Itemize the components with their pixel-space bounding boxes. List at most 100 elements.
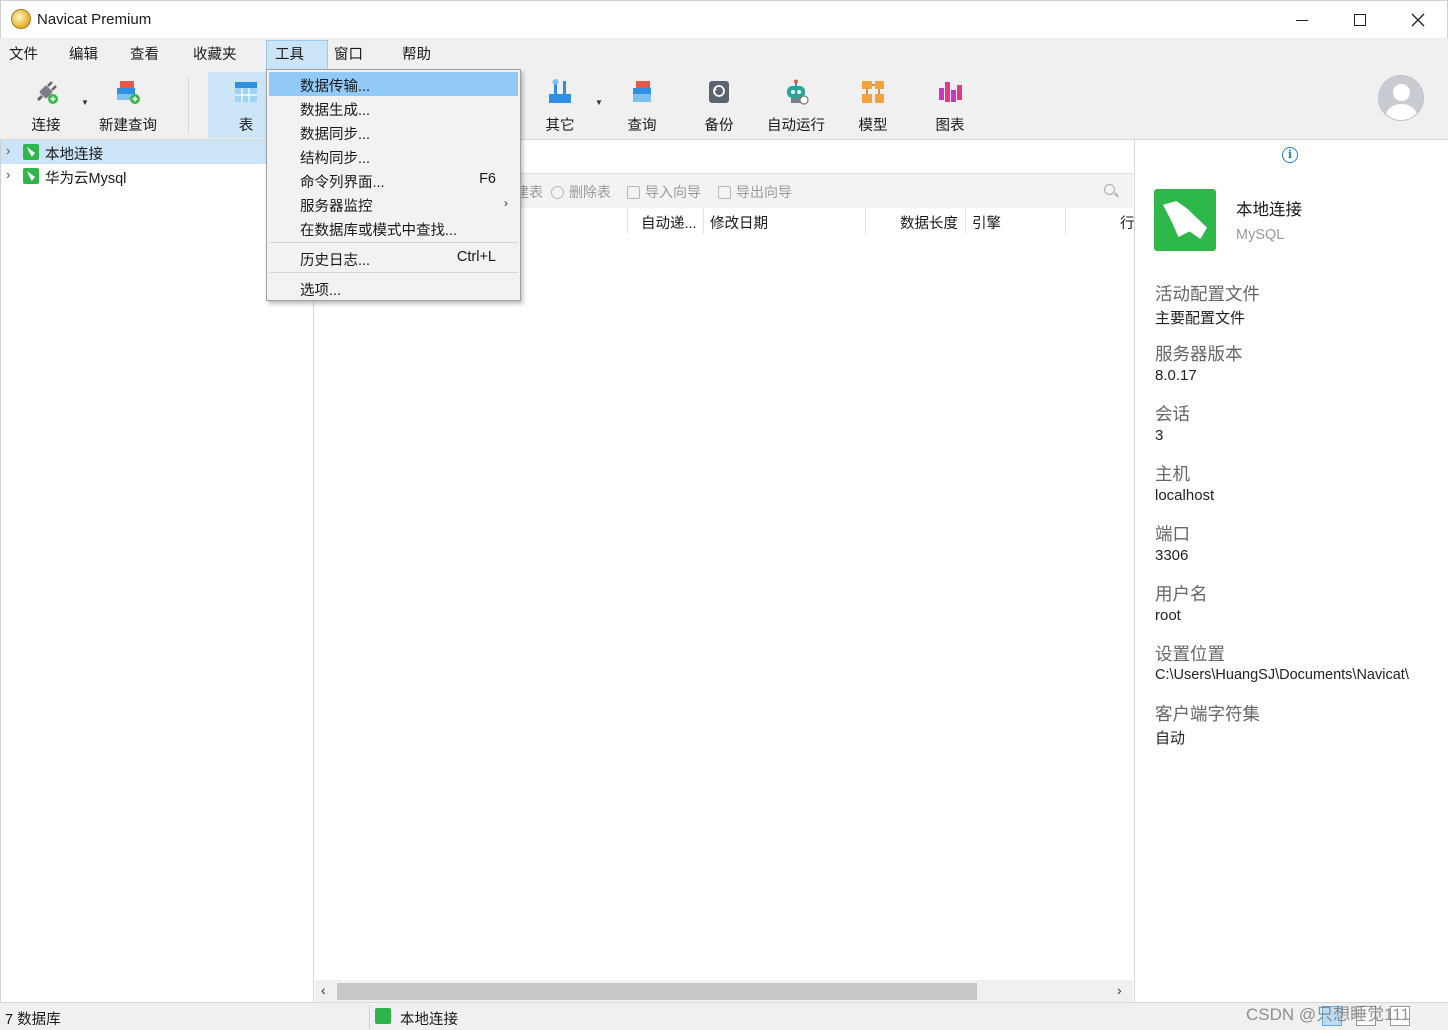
menu-help[interactable]: 帮助 bbox=[394, 40, 439, 70]
menu-item-find-in-database[interactable]: 在数据库或模式中查找... bbox=[269, 216, 518, 240]
menu-favorites[interactable]: 收藏夹 bbox=[185, 40, 245, 70]
column-divider[interactable] bbox=[965, 208, 966, 234]
scrollbar-thumb[interactable] bbox=[337, 983, 977, 1000]
expand-arrow-icon[interactable]: › bbox=[6, 167, 10, 182]
column-auto-increment[interactable]: 自动递... bbox=[641, 212, 697, 233]
model-icon bbox=[862, 81, 884, 103]
window-title: Navicat Premium bbox=[37, 11, 152, 28]
menu-bar: 文件 编辑 查看 收藏夹 工具 窗口 帮助 bbox=[0, 38, 1448, 70]
status-bar: 7 数据库 本地连接 bbox=[0, 1002, 1448, 1030]
menu-item-command-line[interactable]: 命令列界面... F6 bbox=[269, 168, 518, 192]
column-divider[interactable] bbox=[865, 208, 866, 234]
table-icon bbox=[235, 82, 257, 102]
menu-item-data-sync[interactable]: 数据同步... bbox=[269, 120, 518, 144]
menu-item-label: 在数据库或模式中查找... bbox=[300, 223, 458, 239]
other-label: 其它 bbox=[545, 118, 575, 134]
menu-item-label: 结构同步... bbox=[300, 151, 371, 167]
export-wizard-action[interactable]: 导出向导 bbox=[718, 182, 792, 202]
connect-button[interactable]: 连接 bbox=[10, 72, 82, 138]
query-label: 查询 bbox=[627, 118, 657, 134]
chart-button[interactable]: 图表 bbox=[914, 72, 986, 138]
close-icon bbox=[1411, 13, 1425, 27]
tree-item-label: 华为云Mysql bbox=[45, 171, 127, 187]
other-dropdown-icon[interactable]: ▼ bbox=[595, 98, 603, 107]
new-query-icon bbox=[117, 81, 140, 104]
menu-item-structure-sync[interactable]: 结构同步... bbox=[269, 144, 518, 168]
info-field-label: 用户名 bbox=[1155, 584, 1208, 604]
column-rows[interactable]: 行 bbox=[1120, 212, 1135, 233]
chart-icon bbox=[939, 82, 962, 102]
menu-item-shortcut: Ctrl+L bbox=[456, 249, 496, 265]
info-field-value: localhost bbox=[1155, 487, 1215, 504]
scroll-right-icon[interactable]: › bbox=[1117, 982, 1122, 998]
new-query-button[interactable]: 新建查询 bbox=[92, 72, 164, 138]
import-icon bbox=[627, 186, 640, 199]
menu-window[interactable]: 窗口 bbox=[326, 40, 371, 70]
info-icon[interactable]: i bbox=[1282, 147, 1298, 163]
delete-table-action[interactable]: 删除表 bbox=[551, 182, 611, 202]
column-divider[interactable] bbox=[627, 208, 628, 234]
menu-item-shortcut: F6 bbox=[479, 171, 496, 187]
close-button[interactable] bbox=[1389, 1, 1447, 39]
info-field-value: 8.0.17 bbox=[1155, 367, 1197, 384]
info-field-value: 主要配置文件 bbox=[1155, 310, 1246, 327]
title-bar: Navicat Premium bbox=[0, 0, 1448, 38]
connection-info-panel: i 本地连接 MySQL 活动配置文件 主要配置文件 服务器版本 8.0.17 … bbox=[1134, 140, 1448, 1002]
info-field-label: 端口 bbox=[1155, 524, 1190, 544]
backup-button[interactable]: 备份 bbox=[683, 72, 755, 138]
menu-item-label: 服务器监控 bbox=[300, 199, 373, 215]
menu-file[interactable]: 文件 bbox=[1, 40, 46, 70]
horizontal-scrollbar[interactable]: ‹ › bbox=[315, 980, 1133, 1002]
mysql-connection-icon bbox=[23, 168, 39, 184]
mysql-logo-icon bbox=[1154, 189, 1216, 251]
menu-item-data-generation[interactable]: 数据生成... bbox=[269, 96, 518, 120]
info-field-label: 会话 bbox=[1155, 404, 1190, 424]
import-wizard-action[interactable]: 导入向导 bbox=[627, 182, 701, 202]
minimize-button[interactable] bbox=[1273, 1, 1331, 39]
query-button[interactable]: 查询 bbox=[606, 72, 678, 138]
menu-item-label: 数据传输... bbox=[300, 79, 371, 95]
column-divider[interactable] bbox=[703, 208, 704, 234]
main-toolbar: 连接 ▼ 新建查询 表 其它 ▼ 查询 备份 自动运行 模型 图表 bbox=[0, 70, 1448, 140]
menu-item-options[interactable]: 选项... bbox=[269, 276, 518, 300]
model-button[interactable]: 模型 bbox=[837, 72, 909, 138]
menu-item-label: 历史日志... bbox=[300, 253, 371, 269]
connect-dropdown-icon[interactable]: ▼ bbox=[81, 98, 89, 107]
mysql-connection-icon bbox=[375, 1008, 391, 1024]
export-icon bbox=[718, 186, 731, 199]
info-field-value: 3306 bbox=[1155, 547, 1189, 564]
status-divider bbox=[369, 1005, 370, 1029]
info-connection-name: 本地连接 bbox=[1236, 201, 1302, 219]
column-data-length[interactable]: 数据长度 bbox=[900, 212, 958, 233]
user-avatar-icon[interactable] bbox=[1378, 75, 1424, 121]
database-count: 7 数据库 bbox=[5, 1012, 61, 1028]
menu-item-label: 命令列界面... bbox=[300, 175, 385, 191]
menu-separator bbox=[269, 242, 518, 243]
tools-icon bbox=[549, 79, 571, 103]
menu-item-label: 数据同步... bbox=[300, 127, 371, 143]
submenu-arrow-icon: › bbox=[504, 196, 508, 210]
menu-tools[interactable]: 工具 bbox=[266, 40, 328, 70]
menu-item-server-monitor[interactable]: 服务器监控 › bbox=[269, 192, 518, 216]
menu-item-data-transfer[interactable]: 数据传输... bbox=[269, 72, 518, 96]
menu-view[interactable]: 查看 bbox=[122, 40, 167, 70]
maximize-button[interactable] bbox=[1331, 1, 1389, 39]
menu-item-history-log[interactable]: 历史日志... Ctrl+L bbox=[269, 246, 518, 270]
mysql-connection-icon bbox=[23, 144, 39, 160]
column-modified-date[interactable]: 修改日期 bbox=[710, 212, 768, 233]
column-engine[interactable]: 引擎 bbox=[972, 212, 1001, 233]
minimize-icon bbox=[1296, 19, 1308, 21]
search-icon[interactable] bbox=[1104, 184, 1115, 195]
scroll-left-icon[interactable]: ‹ bbox=[321, 982, 326, 998]
toolbar-separator bbox=[188, 76, 189, 134]
info-field-label: 设置位置 bbox=[1155, 644, 1225, 664]
automation-button[interactable]: 自动运行 bbox=[760, 72, 832, 138]
new-query-label: 新建查询 bbox=[99, 118, 157, 134]
query-icon bbox=[633, 81, 651, 102]
status-connection-name: 本地连接 bbox=[400, 1012, 458, 1028]
menu-edit[interactable]: 编辑 bbox=[61, 40, 106, 70]
model-label: 模型 bbox=[858, 118, 888, 134]
column-divider[interactable] bbox=[1065, 208, 1066, 234]
expand-arrow-icon[interactable]: › bbox=[6, 143, 10, 158]
other-button[interactable]: 其它 bbox=[524, 72, 596, 138]
